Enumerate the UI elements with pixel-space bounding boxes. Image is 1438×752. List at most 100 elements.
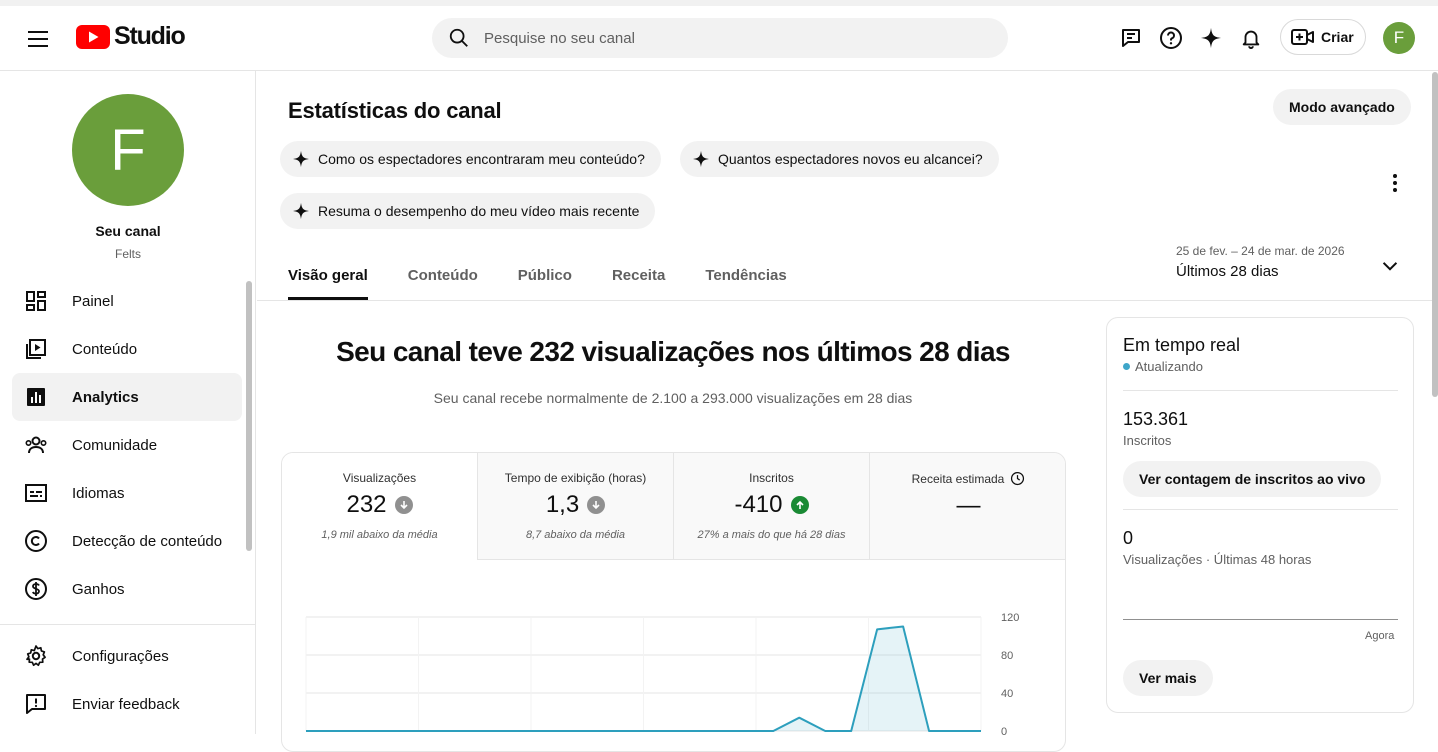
notifications-bell-icon[interactable] [1233,20,1269,56]
metric-value: -410 [734,491,783,518]
advanced-mode-button[interactable]: Modo avançado [1273,89,1411,125]
chip-label: Como os espectadores encontraram meu con… [318,151,645,167]
tab-receita[interactable]: Receita [612,257,665,300]
chart-y-tick-label: 120 [1001,612,1019,624]
arrow-down-icon [587,496,606,514]
analytics-tabs: Visão geral Conteúdo Público Receita Ten… [288,257,787,300]
metric-label: Inscritos [749,471,794,485]
sidebar-item-comunidade[interactable]: Comunidade [12,421,242,469]
dashboard-icon [26,291,46,311]
account-avatar[interactable]: F [1383,22,1415,54]
metric-subscribers[interactable]: Inscritos -410 27% a mais do que há 28 d… [674,453,870,560]
sidebar-item-ganhos[interactable]: Ganhos [12,565,242,613]
hamburger-menu-icon[interactable] [22,23,54,55]
studio-logo-text: Studio [114,22,186,50]
divider [1123,509,1398,510]
sidebar-item-label: Configurações [72,647,169,665]
sidebar-item-deteccao-de-conteudo[interactable]: Detecção de conteúdo [12,517,242,565]
realtime-subscribers-label: Inscritos [1123,433,1172,448]
realtime-card: Em tempo real Atualizando 153.361 Inscri… [1106,317,1414,713]
chart-y-tick-label: 40 [1001,688,1013,700]
sidebar-item-label: Idiomas [72,484,125,502]
more-options-icon[interactable] [1383,171,1407,195]
tab-publico[interactable]: Público [518,257,572,300]
sidebar-item-label: Ganhos [72,580,125,598]
chart-y-tick-label: 80 [1001,650,1013,662]
sidebar-item-painel[interactable]: Painel [12,277,242,325]
metric-watch-time[interactable]: Tempo de exibição (horas) 1,3 8,7 abaixo… [478,453,674,560]
sidebar-item-conteudo[interactable]: Conteúdo [12,325,242,373]
arrow-up-icon [790,496,809,514]
realtime-subscribers-value: 153.361 [1123,409,1189,429]
create-button-label: Criar [1321,29,1354,45]
see-more-button[interactable]: Ver mais [1123,660,1213,696]
suggestion-chip[interactable]: Resuma o desempenho do meu vídeo mais re… [280,193,656,229]
metric-views[interactable]: Visualizações 232 1,9 mil abaixo da médi… [282,453,478,560]
sidebar-item-enviar-feedback[interactable]: Enviar feedback [12,680,242,728]
realtime-views-value: 0 [1123,528,1134,548]
chevron-down-icon[interactable] [1379,255,1401,282]
studio-logo[interactable]: Studio [76,22,186,51]
feedback-icon [26,694,46,714]
sidebar-item-analytics[interactable]: Analytics [12,373,242,421]
metrics-card: Visualizações 232 1,9 mil abaixo da médi… [281,452,1066,752]
sidebar-item-label: Analytics [72,388,139,406]
clock-icon [1011,471,1025,486]
dollar-icon [25,578,47,600]
realtime-now-label: Agora [1365,630,1395,642]
realtime-views-label: Visualizações · Últimas 48 horas [1123,552,1312,567]
realtime-chart-baseline [1123,619,1398,620]
tab-conteudo[interactable]: Conteúdo [408,257,478,300]
subtitles-icon [25,484,47,502]
suggestion-chip[interactable]: Quantos espectadores novos eu alcancei? [680,141,999,177]
sidebar-item-configuracoes[interactable]: Configurações [12,632,242,680]
tabs-divider [257,300,1438,301]
tab-tendencias[interactable]: Tendências [705,257,786,300]
metric-note: 8,7 abaixo da média [525,529,626,541]
suggestion-chip[interactable]: Como os espectadores encontraram meu con… [280,141,661,177]
date-range-selector[interactable]: 25 de fev. – 24 de mar. de 2026 Últimos … [1176,244,1345,280]
sparkle-icon [692,150,710,168]
sidebar-scrollbar[interactable] [246,281,252,551]
realtime-status-text: Atualizando [1135,359,1203,374]
analytics-icon [27,388,45,406]
channel-avatar[interactable]: F [72,94,184,206]
copyright-icon [25,530,47,552]
realtime-title: Em tempo real [1123,335,1241,355]
sidebar-item-label: Painel [72,292,114,310]
page-title: Estatísticas do canal [288,98,502,123]
realtime-status: Atualizando [1123,359,1203,374]
sparkle-icon[interactable] [1193,20,1229,56]
sidebar-item-label: Enviar feedback [72,695,180,713]
chip-label: Resuma o desempenho do meu vídeo mais re… [318,203,640,219]
live-subscriber-count-button[interactable]: Ver contagem de inscritos ao vivo [1123,461,1382,497]
chart-y-tick-label: 0 [1001,726,1007,738]
create-button[interactable]: Criar [1280,19,1366,55]
metric-label: Tempo de exibição (horas) [504,471,647,485]
divider [1123,390,1398,391]
search-icon[interactable] [448,27,470,49]
metric-revenue[interactable]: Receita estimada — [870,453,1065,560]
sidebar-item-idiomas[interactable]: Idiomas [12,469,242,517]
sidebar-item-label: Comunidade [72,436,158,454]
gear-icon [26,645,46,667]
metric-value: 1,3 [545,491,580,518]
help-icon[interactable] [1153,20,1189,56]
search-input[interactable] [484,29,964,47]
sidebar-divider [0,624,255,625]
metric-value: — [956,492,981,519]
comments-icon[interactable] [1113,20,1149,56]
page-scrollbar[interactable] [1432,72,1438,397]
sparkle-icon [292,202,310,220]
tab-visao-geral[interactable]: Visão geral [288,257,368,300]
youtube-logo-icon [76,24,110,49]
metric-note: 1,9 mil abaixo da média [321,529,438,541]
date-range-label: Últimos 28 dias [1176,263,1279,280]
sparkle-icon [292,150,310,168]
summary-headline: Seu canal teve 232 visualizações nos últ… [336,336,1010,367]
status-dot [1123,363,1130,370]
metric-note: 27% a mais do que há 28 dias [697,529,846,541]
header-actions [1113,20,1269,56]
summary-subline: Seu canal recebe normalmente de 2.100 a … [433,390,913,406]
date-range-dates: 25 de fev. – 24 de mar. de 2026 [1176,244,1345,258]
